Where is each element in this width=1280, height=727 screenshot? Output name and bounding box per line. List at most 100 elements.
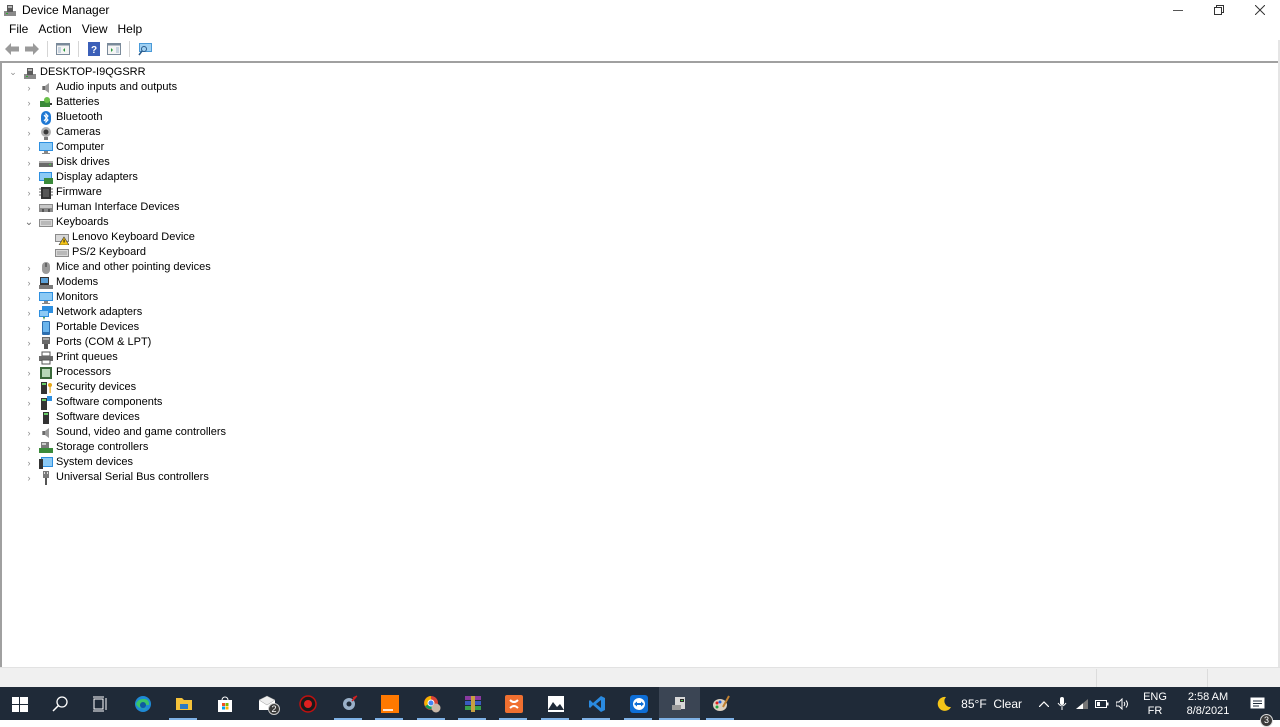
taskbar-app-vscode[interactable]	[576, 687, 617, 720]
taskbar-app-paint[interactable]	[700, 687, 741, 720]
chevron-right-icon[interactable]: ›	[24, 410, 34, 425]
tree-category[interactable]: › System devices	[8, 455, 226, 470]
taskbar-app-mail[interactable]: 2	[246, 687, 287, 720]
language-indicator[interactable]: ENG FR	[1140, 690, 1170, 718]
help-button[interactable]: ?	[85, 40, 103, 58]
back-button[interactable]	[3, 40, 21, 58]
menu-file[interactable]: File	[4, 22, 33, 36]
tree-category[interactable]: › Storage controllers	[8, 440, 226, 455]
clock[interactable]: 2:58 AM 8/8/2021	[1180, 690, 1236, 718]
taskbar-app-start[interactable]	[0, 687, 40, 720]
tree-category[interactable]: › Batteries	[8, 95, 226, 110]
tree-root[interactable]: ⌄ DESKTOP-I9QGSRR	[8, 65, 226, 80]
tree-category[interactable]: › Mice and other pointing devices	[8, 260, 226, 275]
tree-category[interactable]: ⌄ Keyboards	[8, 215, 226, 230]
taskbar-app-task-view[interactable]	[80, 687, 120, 720]
keyboard-icon	[39, 216, 53, 230]
tree-category[interactable]: › Security devices	[8, 380, 226, 395]
tree-category[interactable]: › Audio inputs and outputs	[8, 80, 226, 95]
tree-category[interactable]: › Print queues	[8, 350, 226, 365]
chevron-right-icon[interactable]: ›	[24, 80, 34, 95]
chevron-right-icon[interactable]: ›	[24, 425, 34, 440]
chevron-right-icon[interactable]: ›	[24, 260, 34, 275]
chevron-down-icon[interactable]: ⌄	[24, 215, 34, 230]
menu-help[interactable]: Help	[113, 22, 148, 36]
taskbar-app-app-red[interactable]	[287, 687, 328, 720]
tree-category[interactable]: › Firmware	[8, 185, 226, 200]
menu-view[interactable]: View	[77, 22, 113, 36]
taskbar-app-xampp[interactable]	[493, 687, 534, 720]
tree-category[interactable]: › Processors	[8, 365, 226, 380]
tree-category[interactable]: › Portable Devices	[8, 320, 226, 335]
tree-category[interactable]: › Bluetooth	[8, 110, 226, 125]
chevron-right-icon[interactable]: ›	[24, 170, 34, 185]
chevron-right-icon[interactable]: ›	[24, 200, 34, 215]
taskbar-app-settings-tool[interactable]	[328, 687, 369, 720]
tree-category[interactable]: › Human Interface Devices	[8, 200, 226, 215]
taskbar-app-search[interactable]	[40, 687, 80, 720]
chevron-right-icon[interactable]: ›	[24, 395, 34, 410]
tree-category[interactable]: › Software components	[8, 395, 226, 410]
taskbar-app-winrar[interactable]	[452, 687, 493, 720]
chevron-right-icon[interactable]: ›	[24, 95, 34, 110]
taskbar-app-microsoft-store[interactable]	[204, 687, 245, 720]
tree-category[interactable]: › Modems	[8, 275, 226, 290]
taskbar-app-photos[interactable]	[535, 687, 576, 720]
tree-item-label: Modems	[56, 276, 99, 288]
tree-category[interactable]: › Monitors	[8, 290, 226, 305]
chevron-right-icon[interactable]: ›	[24, 350, 34, 365]
menu-action[interactable]: Action	[33, 22, 76, 36]
restore-button[interactable]	[1198, 0, 1239, 20]
tree-category[interactable]: › Computer	[8, 140, 226, 155]
device-tree: ⌄ DESKTOP-I9QGSRR › Audio inputs and outp…	[8, 65, 226, 485]
taskbar-app-chrome[interactable]	[411, 687, 452, 720]
tree-category[interactable]: › Ports (COM & LPT)	[8, 335, 226, 350]
tree-category[interactable]: › Display adapters	[8, 170, 226, 185]
chevron-right-icon[interactable]: ›	[24, 320, 34, 335]
forward-button[interactable]	[23, 40, 41, 58]
chevron-right-icon[interactable]: ›	[24, 155, 34, 170]
tree-category[interactable]: › Network adapters	[8, 305, 226, 320]
taskbar-app-teamviewer[interactable]	[618, 687, 659, 720]
show-hide-console-tree-button[interactable]	[54, 40, 72, 58]
close-button[interactable]	[1239, 0, 1280, 20]
tree-category[interactable]: › Universal Serial Bus controllers	[8, 470, 226, 485]
network-button[interactable]	[1072, 698, 1092, 709]
taskbar-app-orange[interactable]	[369, 687, 410, 720]
chevron-right-icon[interactable]: ›	[24, 440, 34, 455]
tree-device[interactable]: Lenovo Keyboard Device	[8, 230, 226, 245]
winrar-icon	[464, 695, 481, 712]
microphone-button[interactable]	[1052, 696, 1072, 711]
minimize-button[interactable]	[1157, 0, 1198, 20]
clock-time: 2:58 AM	[1187, 690, 1229, 703]
chevron-right-icon[interactable]: ›	[24, 290, 34, 305]
taskbar-app-file-explorer[interactable]	[163, 687, 204, 720]
chevron-right-icon[interactable]: ›	[24, 185, 34, 200]
battery-button[interactable]	[1092, 699, 1112, 708]
chevron-right-icon[interactable]: ›	[24, 335, 34, 350]
volume-button[interactable]	[1112, 697, 1134, 710]
chevron-right-icon[interactable]: ›	[24, 305, 34, 320]
chevron-right-icon[interactable]: ›	[24, 110, 34, 125]
chevron-right-icon[interactable]: ›	[24, 275, 34, 290]
tree-category[interactable]: › Software devices	[8, 410, 226, 425]
scan-hardware-button[interactable]	[136, 40, 154, 58]
chevron-right-icon[interactable]: ›	[24, 125, 34, 140]
software-device-icon	[39, 411, 53, 425]
chevron-right-icon[interactable]: ›	[24, 365, 34, 380]
properties-button[interactable]	[105, 40, 123, 58]
weather-widget[interactable]: 85°F Clear	[936, 696, 1022, 712]
tree-category[interactable]: › Cameras	[8, 125, 226, 140]
chevron-right-icon[interactable]: ›	[24, 470, 34, 485]
tree-device[interactable]: PS/2 Keyboard	[8, 245, 226, 260]
notification-center-button[interactable]: 3	[1236, 697, 1280, 727]
chevron-right-icon[interactable]: ›	[24, 140, 34, 155]
taskbar-app-edge[interactable]	[122, 687, 163, 720]
chevron-right-icon[interactable]: ›	[24, 380, 34, 395]
chevron-right-icon[interactable]: ›	[24, 455, 34, 470]
tree-category[interactable]: › Disk drives	[8, 155, 226, 170]
show-hidden-icons-button[interactable]	[1036, 700, 1052, 707]
chevron-down-icon[interactable]: ⌄	[8, 65, 18, 80]
tree-category[interactable]: › Sound, video and game controllers	[8, 425, 227, 440]
taskbar-app-device-manager[interactable]	[659, 687, 700, 720]
